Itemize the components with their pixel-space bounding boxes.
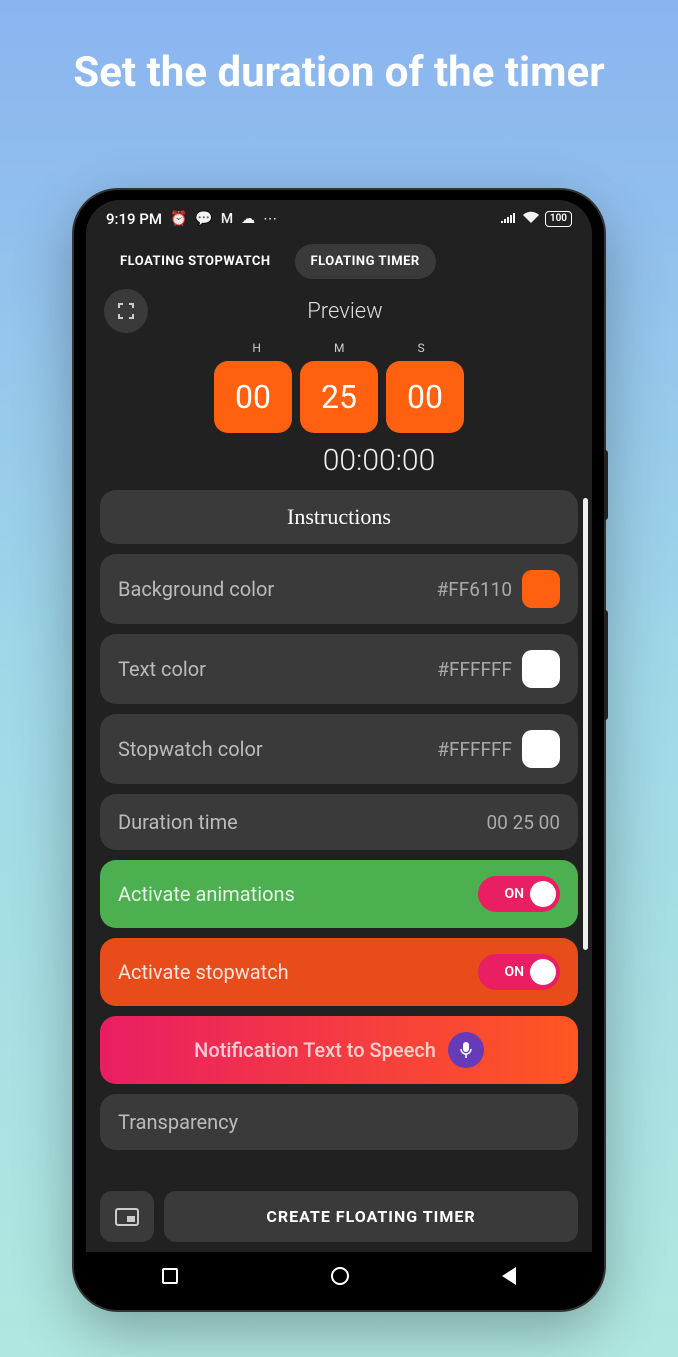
create-timer-button[interactable]: CREATE FLOATING TIMER [164, 1191, 578, 1242]
transparency-label: Transparency [118, 1110, 560, 1134]
nav-home[interactable] [331, 1267, 349, 1285]
phone-side-button [604, 450, 608, 520]
animations-toggle[interactable]: ON [478, 876, 560, 912]
instructions-row[interactable]: Instructions [100, 490, 578, 544]
bg-color-swatch[interactable] [522, 570, 560, 608]
pip-button[interactable] [100, 1191, 154, 1242]
header-m: M [334, 341, 345, 355]
stopwatch-color-swatch[interactable] [522, 730, 560, 768]
bottom-actions: CREATE FLOATING TIMER [100, 1191, 578, 1242]
expand-button[interactable] [104, 289, 148, 333]
header-h: H [252, 341, 262, 355]
stopwatch-label: Activate stopwatch [118, 960, 478, 984]
more-icon: ⋯ [263, 211, 277, 227]
mic-button[interactable] [448, 1032, 484, 1068]
expand-icon [117, 302, 135, 320]
bg-color-label: Background color [118, 577, 437, 601]
time-hours[interactable]: 00 [214, 361, 292, 433]
animations-label: Activate animations [118, 882, 478, 906]
tab-stopwatch[interactable]: FLOATING STOPWATCH [104, 244, 287, 279]
stopwatch-color-value: #FFFFFF [437, 738, 512, 761]
duration-row[interactable]: Duration time 00 25 00 [100, 794, 578, 850]
tts-label: Notification Text to Speech [194, 1038, 436, 1062]
bg-color-value: #FF6110 [437, 578, 512, 601]
status-bar: 9:19 PM ⏰ 💬 M ☁ ⋯ 100 [86, 200, 592, 234]
counter-display: 00:00:00 [166, 443, 592, 478]
stopwatch-toggle[interactable]: ON [478, 954, 560, 990]
phone-frame: 9:19 PM ⏰ 💬 M ☁ ⋯ 100 FLOATING STOPWATCH… [74, 190, 604, 1310]
background-color-row[interactable]: Background color #FF6110 [100, 554, 578, 624]
wifi-icon [523, 211, 539, 227]
nav-bar [86, 1252, 592, 1300]
pip-icon [115, 1208, 139, 1226]
animations-row[interactable]: Activate animations ON [100, 860, 578, 928]
chat-icon: 💬 [195, 211, 212, 227]
tab-timer[interactable]: FLOATING TIMER [295, 244, 436, 279]
tabs: FLOATING STOPWATCH FLOATING TIMER [86, 234, 592, 285]
stopwatch-color-label: Stopwatch color [118, 737, 437, 761]
duration-value: 00 25 00 [487, 811, 561, 834]
stopwatch-row[interactable]: Activate stopwatch ON [100, 938, 578, 1006]
mail-icon: M [221, 211, 233, 227]
nav-back[interactable] [502, 1267, 516, 1285]
phone-side-button [604, 610, 608, 720]
preview-label: Preview [160, 299, 530, 324]
time-seconds[interactable]: 00 [386, 361, 464, 433]
tts-row[interactable]: Notification Text to Speech [100, 1016, 578, 1084]
battery-icon: 100 [545, 211, 572, 227]
transparency-row[interactable]: Transparency [100, 1094, 578, 1150]
stopwatch-color-row[interactable]: Stopwatch color #FFFFFF [100, 714, 578, 784]
cloud-icon: ☁ [241, 211, 255, 227]
text-color-row[interactable]: Text color #FFFFFF [100, 634, 578, 704]
text-color-value: #FFFFFF [437, 658, 512, 681]
duration-label: Duration time [118, 810, 487, 834]
toggle-state: ON [504, 886, 524, 902]
signal-icon [501, 211, 517, 227]
nav-recents[interactable] [162, 1268, 178, 1284]
scrollbar[interactable] [583, 498, 588, 950]
header-s: S [417, 341, 425, 355]
mic-icon [459, 1041, 473, 1059]
promo-title: Set the duration of the timer [0, 0, 678, 118]
time-picker: 00 25 00 [86, 361, 592, 433]
time-minutes[interactable]: 25 [300, 361, 378, 433]
status-time: 9:19 PM [106, 210, 162, 228]
alarm-icon: ⏰ [170, 211, 187, 227]
toggle-knob [530, 881, 556, 907]
toggle-state: ON [504, 964, 524, 980]
text-color-swatch[interactable] [522, 650, 560, 688]
hms-headers: H M S [86, 341, 592, 355]
toggle-knob [530, 959, 556, 985]
settings-list: Instructions Background color #FF6110 Te… [86, 490, 592, 1150]
text-color-label: Text color [118, 657, 437, 681]
instructions-label: Instructions [287, 504, 391, 530]
phone-screen: 9:19 PM ⏰ 💬 M ☁ ⋯ 100 FLOATING STOPWATCH… [86, 200, 592, 1300]
